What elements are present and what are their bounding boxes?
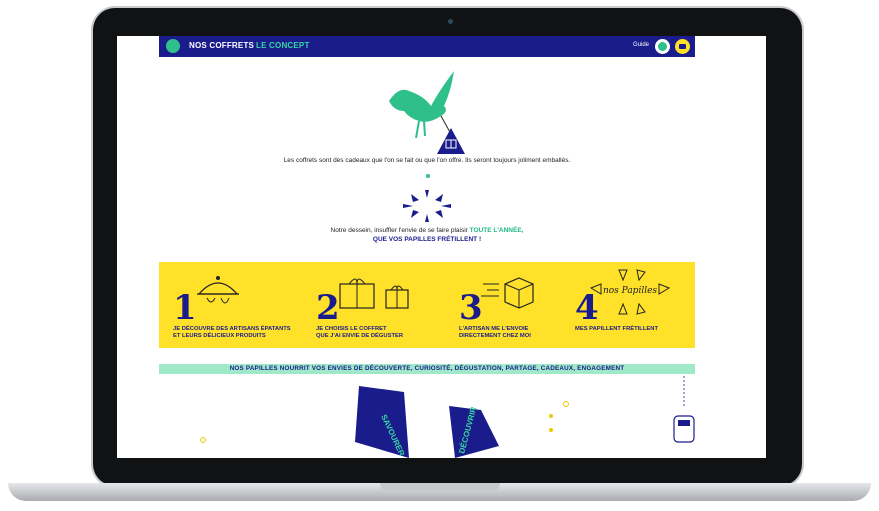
hanging-jar-icon [673,415,695,443]
step-line1: JE DÉCOUVRE DES ARTISANS ÉPATANTS [173,326,291,332]
steps-band: 1 JE DÉCOUVRE DES ARTISANS ÉPATANTS ET L… [159,262,695,348]
mission-lead: Notre dessein, insuffler l'envie de se f… [330,227,468,234]
intro-text: Les coffrets sont des cadeaux que l'on s… [283,157,571,164]
step-4: 4 nos Papilles MES PAPILLENT FRÉTILLENT [561,262,691,348]
step-line2: ET LEURS DÉLICIEUX PRODUITS [173,333,266,339]
webcam-icon [448,19,453,24]
step-text: JE CHOISIS LE COFFRET QUE J'AI ENVIE DE … [316,326,403,340]
screen: NOS COFFRETS LE CONCEPT Guide Les coffre… [117,36,766,458]
step-text: L'ARTISAN ME L'ENVOIE DIRECTEMENT CHEZ M… [459,326,531,340]
step-1: 1 JE DÉCOUVRE DES ARTISANS ÉPATANTS ET L… [159,262,291,348]
logo-text: nos Papilles [603,286,657,296]
user-account-icon[interactable] [655,39,670,54]
tagline-banner: NOS PAPILLES NOURRIT VOS ENVIES DE DÉCOU… [159,364,695,374]
step-text: JE DÉCOUVRE DES ARTISANS ÉPATANTS ET LEU… [173,326,291,340]
nav-guide[interactable]: Guide [633,42,649,48]
sparkle-icon [403,190,451,222]
home-logo-icon[interactable] [166,39,180,53]
mission-highlight-blue: QUE VOS PAPILLES FRÉTILLENT ! [372,236,482,243]
cart-icon[interactable] [675,39,690,54]
stork-illustration [389,71,465,154]
step-3: 3 L'ARTISAN ME L'ENVOIE DIRECTEMENT CHEZ… [445,262,575,348]
nos-papilles-logo-icon: nos Papilles [589,269,671,315]
nav-le-concept[interactable]: LE CONCEPT [256,41,310,50]
category-tiles: SAVOURER DÉCOUVRIR [200,376,695,458]
step-line2: DIRECTEMENT CHEZ MOI [459,333,531,339]
top-navbar: NOS COFFRETS LE CONCEPT Guide [159,36,695,57]
step-line2: QUE J'AI ENVIE DE DÉGUSTER [316,333,404,339]
feature-shapes: SAVOURER DÉCOUVRIR [159,376,695,458]
separator-dot [426,174,430,178]
cloche-icon [197,276,239,304]
step-line1: L'ARTISAN ME L'ENVOIE [459,326,529,332]
laptop-notch [380,483,500,491]
step-line1: JE CHOISIS LE COFFRET [316,326,387,332]
step-text: MES PAPILLENT FRÉTILLENT [575,326,658,333]
delivery-box-icon [481,277,534,309]
mission-text: Notre dessein, insuffler l'envie de se f… [159,226,695,244]
web-page: NOS COFFRETS LE CONCEPT Guide Les coffre… [159,36,695,458]
step-2: 2 JE CHOISIS LE COFFRET QUE J'AI ENVIE D… [302,262,432,348]
mission-highlight-green: TOUTE L'ANNÉE, [469,227,524,234]
step-line1: MES PAPILLENT FRÉTILLENT [575,326,658,332]
nav-nos-coffrets[interactable]: NOS COFFRETS [189,41,254,50]
gift-icon [339,278,409,309]
